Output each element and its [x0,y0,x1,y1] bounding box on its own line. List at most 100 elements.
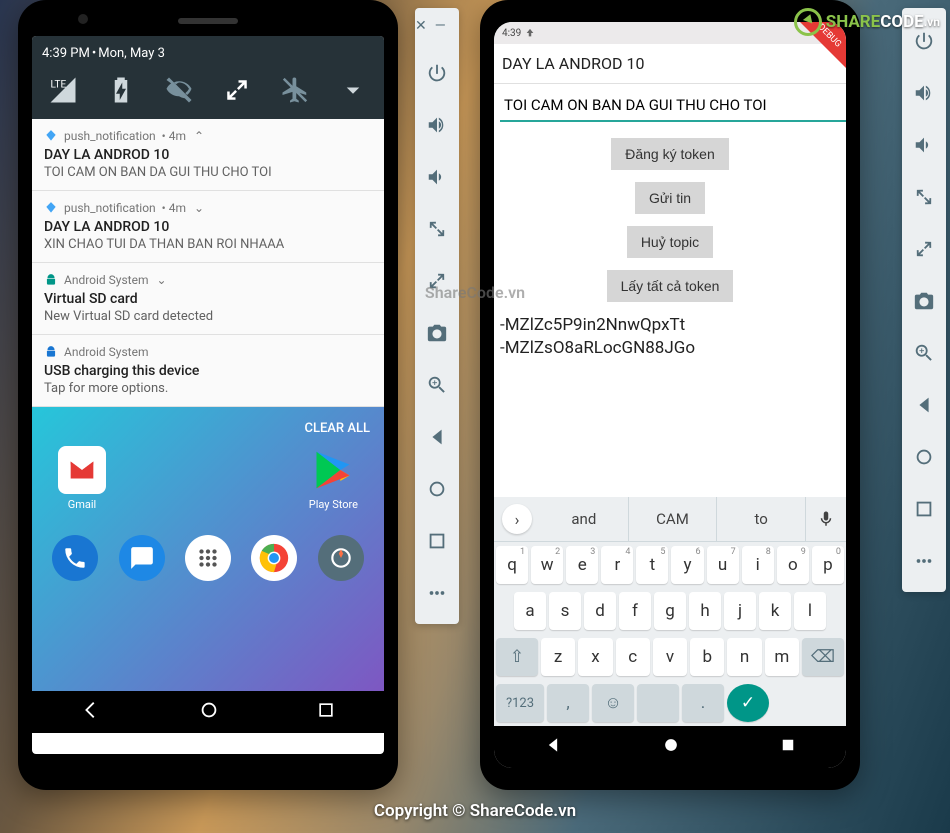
more-icon[interactable] [422,578,452,608]
eye-off-icon[interactable] [164,75,194,105]
home-icon[interactable] [422,474,452,504]
nav-back-icon[interactable] [80,699,102,725]
suggestion-1[interactable]: and [540,497,629,541]
more-icon[interactable] [909,546,939,576]
key-a[interactable]: a [514,592,546,630]
home-icon[interactable] [909,442,939,472]
back-icon[interactable] [422,422,452,452]
notification-card[interactable]: push_notification• 4m⌄DAY LA ANDROD 10XI… [32,191,384,263]
dock-phone-icon[interactable] [52,535,98,581]
enter-key[interactable]: ✓ [727,684,769,722]
app-playstore[interactable]: Play Store [309,446,358,511]
key-w[interactable]: w2 [531,546,563,584]
svg-text:LTE: LTE [51,80,67,91]
app-gmail[interactable]: Gmail [58,446,106,511]
volume-up-icon[interactable] [422,110,452,140]
back-icon[interactable] [909,390,939,420]
key-e[interactable]: e3 [566,546,598,584]
rotate-right-icon[interactable] [909,234,939,264]
shift-key[interactable]: ⇧ [496,638,538,676]
nav-overview-icon[interactable] [779,736,797,758]
key-c[interactable]: c [616,638,650,676]
key-d[interactable]: d [584,592,616,630]
key-q[interactable]: q1 [496,546,528,584]
action-button[interactable]: Huỷ topic [627,226,713,258]
airplane-off-icon[interactable] [280,75,310,105]
suggestion-3[interactable]: to [717,497,806,541]
dock-chrome-icon[interactable] [251,535,297,581]
key-s[interactable]: s [549,592,581,630]
key-x[interactable]: x [578,638,612,676]
action-button[interactable]: Đăng ký token [611,138,729,170]
screen-left: 4:39 PM • Mon, May 3 LTE push_notificati… [32,36,384,754]
key-i[interactable]: i8 [742,546,774,584]
dock-messages-icon[interactable] [119,535,165,581]
key-o[interactable]: o9 [777,546,809,584]
key-h[interactable]: h [689,592,721,630]
zoom-icon[interactable] [909,338,939,368]
key-m[interactable]: m [765,638,799,676]
rotate-left-icon[interactable] [422,214,452,244]
nav-home-icon[interactable] [198,699,220,725]
minimize-icon[interactable]: — [435,18,446,34]
notification-card[interactable]: Android System⌄Virtual SD cardNew Virtua… [32,263,384,335]
rotate-left-icon[interactable] [909,182,939,212]
close-icon[interactable]: ✕ [415,18,427,34]
navigation-bar [494,726,846,768]
action-button[interactable]: Lấy tất cả token [607,270,734,302]
expand-icon[interactable] [338,75,368,105]
mic-icon[interactable] [806,510,846,528]
notification-card[interactable]: Android SystemUSB charging this deviceTa… [32,335,384,407]
watermark-footer: Copyright © ShareCode.vn [374,801,576,821]
camera-icon[interactable] [909,286,939,316]
clear-all-button[interactable]: CLEAR ALL [32,411,384,446]
dock-apps-icon[interactable] [185,535,231,581]
soft-keyboard: › and CAM to q1w2e3r4t5y6u7i8o9p0 asdfghj… [494,497,846,726]
message-input[interactable] [500,90,846,122]
key-j[interactable]: j [724,592,756,630]
camera-icon[interactable] [422,318,452,348]
key-l[interactable]: l [794,592,826,630]
quick-settings-row: LTE [42,65,374,119]
key-k[interactable]: k [759,592,791,630]
volume-down-icon[interactable] [909,130,939,160]
battery-charging-icon[interactable] [106,75,136,105]
auto-rotate-icon[interactable] [222,75,252,105]
key-b[interactable]: b [690,638,724,676]
app-bar-title: DAY LA ANDROD 10 [494,44,846,84]
action-button[interactable]: Gửi tin [635,182,705,214]
emulator-phone-right: 4:39 DEBUG DAY LA ANDROD 10 Đăng ký toke… [480,0,860,790]
app-label: Play Store [309,498,358,511]
volume-down-icon[interactable] [422,162,452,192]
notification-card[interactable]: push_notification• 4m⌃DAY LA ANDROD 10TO… [32,119,384,191]
suggestion-expand-chip[interactable]: › [502,504,532,534]
key-v[interactable]: v [653,638,687,676]
key-y[interactable]: y6 [671,546,703,584]
key-u[interactable]: u7 [707,546,739,584]
backspace-key[interactable]: ⌫ [802,638,844,676]
emoji-key[interactable]: ☺ [592,684,634,722]
screen-right: 4:39 DEBUG DAY LA ANDROD 10 Đăng ký toke… [494,22,846,768]
zoom-icon[interactable] [422,370,452,400]
key-t[interactable]: t5 [636,546,668,584]
key-r[interactable]: r4 [601,546,633,584]
dock-camera-icon[interactable] [318,535,364,581]
key-p[interactable]: p0 [812,546,844,584]
overview-icon[interactable] [909,494,939,524]
space-key[interactable] [637,684,679,722]
key-f[interactable]: f [619,592,651,630]
comma-key[interactable]: , [547,684,589,722]
numeric-key[interactable]: ?123 [496,684,544,722]
period-key[interactable]: . [682,684,724,722]
nav-home-icon[interactable] [661,735,681,759]
volume-up-icon[interactable] [909,78,939,108]
key-n[interactable]: n [727,638,761,676]
nav-overview-icon[interactable] [316,700,336,724]
overview-icon[interactable] [422,526,452,556]
nav-back-icon[interactable] [543,735,563,759]
key-g[interactable]: g [654,592,686,630]
power-icon[interactable] [422,58,452,88]
suggestion-2[interactable]: CAM [629,497,718,541]
lte-signal-icon[interactable]: LTE [48,75,78,105]
key-z[interactable]: z [541,638,575,676]
